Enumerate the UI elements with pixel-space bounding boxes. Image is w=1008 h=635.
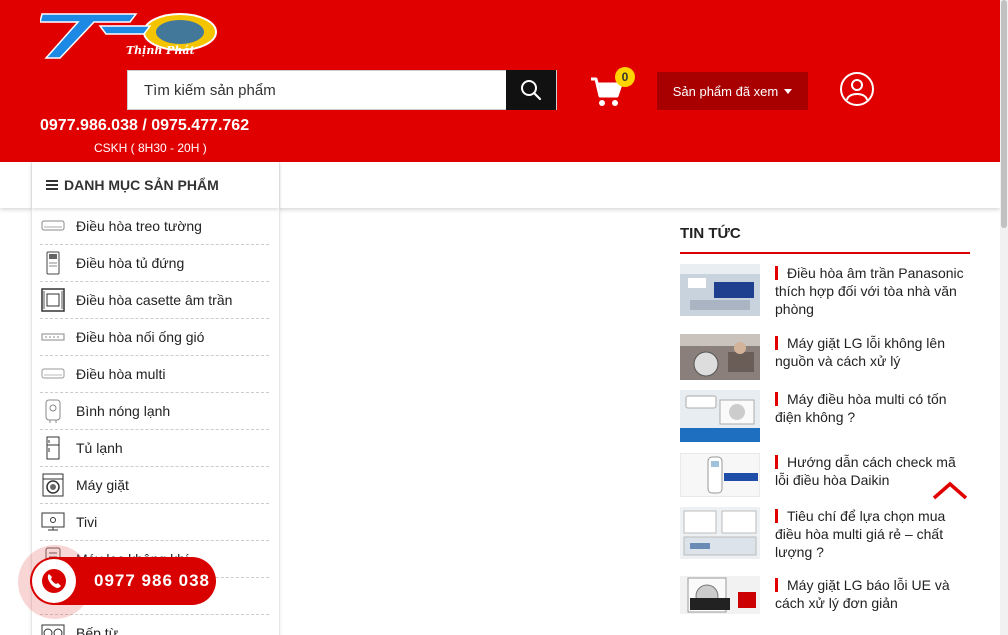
category-label: Điều hòa casette âm trần	[76, 292, 233, 308]
viewed-products-label: Sản phẩm đã xem	[672, 83, 779, 99]
news-item[interactable]: Máy điều hòa multi có tốn điện không ?	[680, 390, 972, 442]
fridge-icon	[40, 435, 66, 461]
user-icon	[846, 79, 868, 101]
scrollbar[interactable]	[1000, 0, 1008, 635]
site-header: Thịnh Phát 0 Sản phẩm đã xem 0977.986.03…	[0, 0, 1000, 162]
search-input[interactable]	[128, 71, 508, 109]
category-label: Bình nóng lạnh	[76, 403, 171, 419]
category-label: Điều hòa tủ đứng	[76, 255, 185, 271]
category-menu-title[interactable]: DANH MỤC SẢN PHẨM	[32, 162, 279, 208]
category-item[interactable]: Điều hòa nối ống gió	[40, 319, 269, 356]
search-box	[127, 70, 557, 110]
viewed-products-dropdown[interactable]: Sản phẩm đã xem	[657, 72, 808, 110]
menu-icon	[46, 180, 58, 190]
logo-text: Thịnh Phát	[126, 44, 195, 57]
call-now-button[interactable]: 0977 986 038	[30, 557, 216, 605]
category-item[interactable]: Tivi	[40, 504, 269, 541]
washing-machine-icon	[40, 472, 66, 498]
category-item[interactable]: Điều hòa tủ đứng	[40, 245, 269, 282]
news-title[interactable]: Tiêu chí để lựa chọn mua điều hòa multi …	[775, 507, 972, 561]
scroll-to-top-button[interactable]	[930, 478, 970, 504]
cskh-hours: CSKH ( 8H30 - 20H )	[94, 141, 207, 155]
duct-ac-icon	[40, 324, 66, 350]
category-item[interactable]: Điều hòa treo tường	[40, 208, 269, 245]
water-heater-icon	[40, 398, 66, 424]
category-title-label: DANH MỤC SẢN PHẨM	[64, 177, 219, 193]
phone-number: 0977 986 038	[94, 571, 210, 590]
user-account-button[interactable]	[840, 72, 874, 106]
category-label: Điều hòa treo tường	[76, 218, 202, 234]
category-label: Điều hòa nối ống gió	[76, 329, 205, 345]
news-title[interactable]: Máy giặt LG lỗi không lên nguồn và cách …	[775, 334, 972, 370]
news-item[interactable]: Máy giặt LG lỗi không lên nguồn và cách …	[680, 334, 972, 380]
search-icon	[521, 80, 542, 101]
induction-cooker-icon	[40, 620, 66, 635]
multi-ac-icon	[40, 361, 66, 387]
news-item[interactable]: Máy giặt LG báo lỗi UE và cách xử lý đơn…	[680, 576, 972, 616]
news-thumbnail[interactable]	[680, 453, 760, 497]
news-thumbnail[interactable]	[680, 576, 760, 614]
category-item[interactable]: Máy giặt	[40, 467, 269, 504]
phone-icon	[32, 559, 76, 603]
wall-ac-icon	[40, 213, 66, 239]
news-item[interactable]: Tiêu chí để lựa chọn mua điều hòa multi …	[680, 507, 972, 561]
tv-icon	[40, 509, 66, 535]
category-item[interactable]: Bình nóng lạnh	[40, 393, 269, 430]
hotline-text[interactable]: 0977.986.038 / 0975.477.762	[40, 117, 249, 135]
category-item[interactable]: Điều hòa casette âm trần	[40, 282, 269, 319]
category-label: Bếp từ	[76, 625, 119, 635]
cart-count-badge: 0	[615, 67, 635, 87]
category-item[interactable]: Tủ lạnh	[40, 430, 269, 467]
category-label: Tivi	[76, 514, 98, 530]
search-button[interactable]	[506, 70, 556, 110]
news-thumbnail[interactable]	[680, 334, 760, 380]
news-thumbnail[interactable]	[680, 507, 760, 559]
category-label: Máy giặt	[76, 477, 129, 493]
cassette-ac-icon	[40, 287, 66, 313]
floor-ac-icon	[40, 250, 66, 276]
category-item[interactable]: Điều hòa multi	[40, 356, 269, 393]
category-item[interactable]: Bếp từ	[40, 615, 269, 635]
scrollbar-thumb[interactable]	[1001, 0, 1007, 228]
category-label: Tủ lạnh	[76, 440, 123, 456]
cart-button[interactable]: 0	[590, 67, 635, 110]
news-title[interactable]: Điều hòa âm trần Panasonic thích hợp đối…	[775, 264, 972, 318]
news-thumbnail[interactable]	[680, 264, 760, 316]
logo[interactable]: Thịnh Phát	[40, 10, 220, 60]
news-title[interactable]: Máy giặt LG báo lỗi UE và cách xử lý đơn…	[775, 576, 972, 612]
news-section-title: TIN TỨC	[680, 225, 741, 242]
news-divider	[680, 252, 970, 254]
news-item[interactable]: Điều hòa âm trần Panasonic thích hợp đối…	[680, 264, 972, 320]
news-thumbnail[interactable]	[680, 390, 760, 442]
news-item[interactable]: Hướng dẫn cách check mã lỗi điều hòa Dai…	[680, 453, 972, 497]
chevron-down-icon	[784, 88, 793, 94]
news-title[interactable]: Máy điều hòa multi có tốn điện không ?	[775, 390, 972, 426]
category-label: Điều hòa multi	[76, 366, 166, 382]
